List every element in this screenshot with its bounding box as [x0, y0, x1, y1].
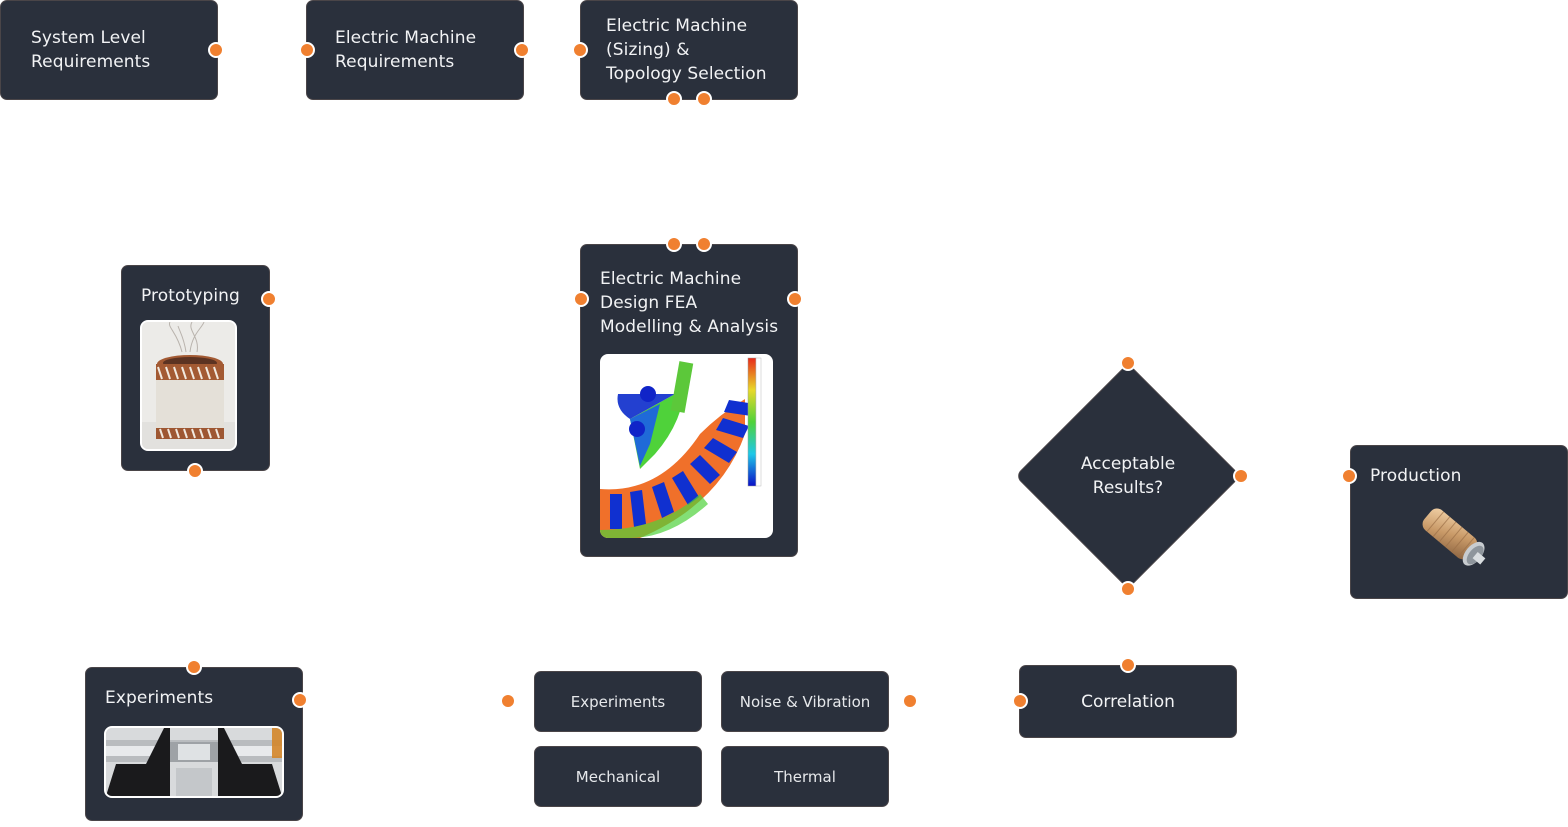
node-label: Prototyping: [141, 286, 240, 306]
connector-port[interactable]: [514, 42, 530, 58]
node-label: Electric Machine: [606, 16, 748, 36]
chip-thermal[interactable]: Thermal: [721, 746, 889, 807]
node-label: Design FEA: [600, 293, 698, 313]
node-label: Electric Machine: [600, 269, 742, 289]
connector-port[interactable]: [666, 236, 682, 252]
chip-label: Mechanical: [575, 767, 661, 786]
node-experiments[interactable]: Experiments: [85, 667, 303, 821]
node-correlation[interactable]: Correlation: [1019, 665, 1237, 738]
chip-label: Noise & Vibration: [739, 692, 871, 711]
chip-mechanical[interactable]: Mechanical: [534, 746, 702, 807]
connector-port[interactable]: [1012, 693, 1028, 709]
node-label: Experiments: [105, 688, 214, 708]
node-label: Correlation: [1081, 691, 1175, 712]
chip-noise-vibration[interactable]: Noise & Vibration: [721, 671, 889, 732]
connector-port[interactable]: [1120, 581, 1136, 597]
connector-port[interactable]: [187, 463, 203, 479]
connector-port[interactable]: [1233, 468, 1249, 484]
connector-port[interactable]: [904, 695, 916, 707]
node-system-level-requirements[interactable]: System Level Requirements: [0, 0, 218, 100]
node-label: Results?: [1092, 478, 1164, 498]
chip-experiments[interactable]: Experiments: [534, 671, 702, 732]
chip-label: Experiments: [570, 692, 666, 711]
connector-port[interactable]: [1120, 355, 1136, 371]
connector-port[interactable]: [787, 291, 803, 307]
node-sizing-topology-selection[interactable]: Electric Machine (Sizing) & Topology Sel…: [580, 0, 798, 100]
node-label: Topology Selection: [606, 64, 767, 84]
chip-label: Thermal: [774, 767, 836, 786]
connector-port[interactable]: [572, 42, 588, 58]
node-prototyping[interactable]: Prototyping: [121, 265, 270, 471]
connector-port[interactable]: [292, 692, 308, 708]
node-label: Acceptable: [1080, 454, 1176, 474]
node-production[interactable]: Production: [1350, 445, 1568, 599]
wound-stator-photo: [140, 320, 237, 451]
node-label: System Level: [31, 28, 146, 48]
node-label: Production: [1370, 466, 1462, 486]
connector-port[interactable]: [666, 91, 682, 107]
connector-port[interactable]: [186, 659, 202, 675]
motor-product-render: [1411, 498, 1501, 580]
node-label: Electric Machine: [335, 28, 477, 48]
connector-port[interactable]: [208, 42, 224, 58]
node-electric-machine-requirements[interactable]: Electric Machine Requirements: [306, 0, 524, 100]
node-label: Modelling & Analysis: [600, 317, 779, 337]
connector-port[interactable]: [696, 91, 712, 107]
connector-port[interactable]: [1120, 657, 1136, 673]
node-label: Requirements: [335, 52, 455, 72]
connector-port[interactable]: [261, 291, 277, 307]
node-label: Requirements: [31, 52, 151, 72]
connector-port[interactable]: [1341, 468, 1357, 484]
connector-port[interactable]: [299, 42, 315, 58]
node-label: (Sizing) &: [606, 40, 690, 60]
connector-port[interactable]: [573, 291, 589, 307]
fea-flux-density-plot: [600, 354, 773, 538]
connector-port[interactable]: [502, 695, 514, 707]
node-fea-modelling-analysis[interactable]: Electric Machine Design FEA Modelling & …: [580, 244, 798, 557]
node-acceptable-results-decision[interactable]: Acceptable Results?: [1014, 362, 1242, 590]
test-rig-photo: [104, 726, 284, 798]
connector-port[interactable]: [696, 236, 712, 252]
